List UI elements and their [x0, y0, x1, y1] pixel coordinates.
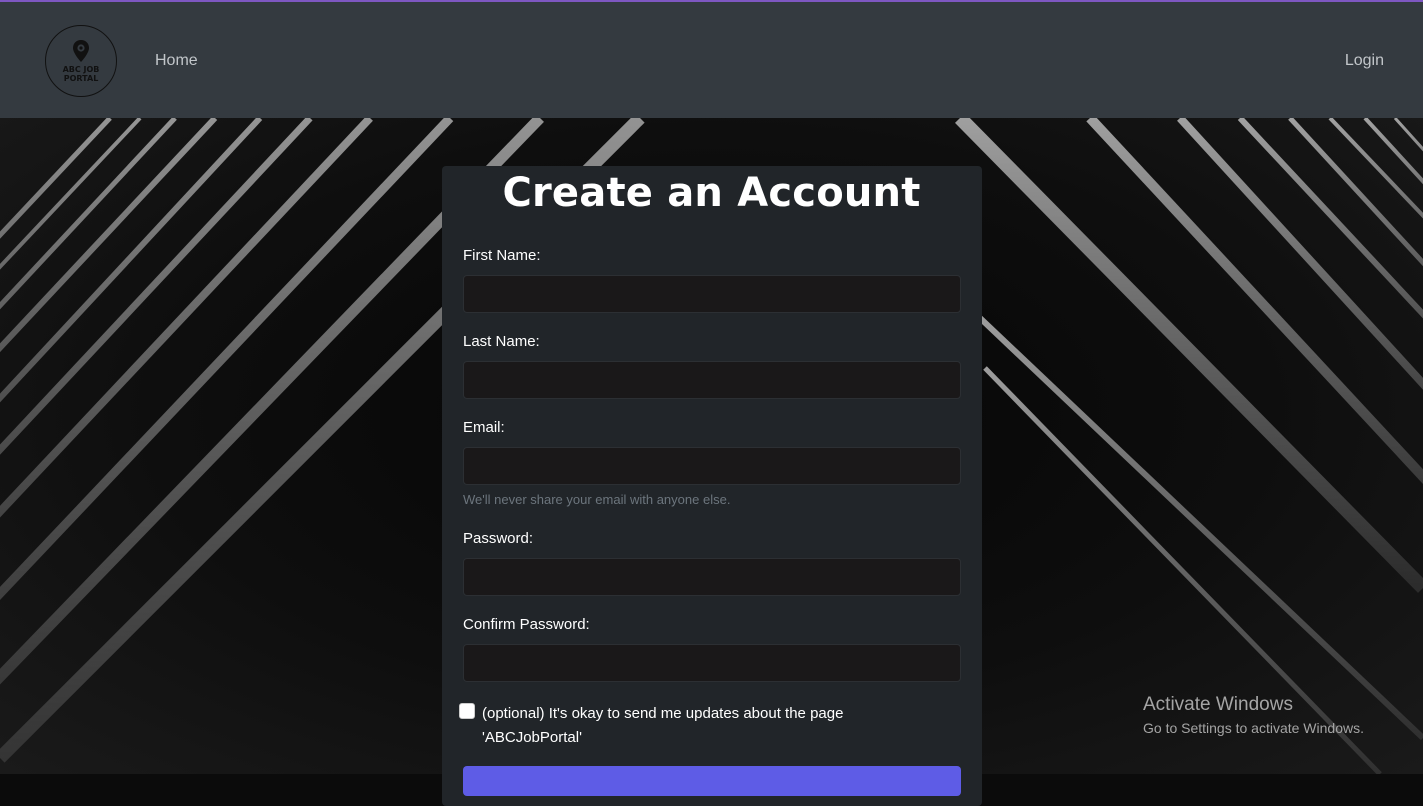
first-name-label: First Name: — [463, 247, 541, 264]
create-account-button[interactable] — [463, 766, 961, 796]
logo-text-line1: ABC JOB — [62, 65, 100, 74]
email-label: Email: — [463, 419, 505, 436]
email-input[interactable] — [463, 447, 961, 485]
updates-checkbox-label: (optional) It's okay to send me updates … — [482, 705, 844, 746]
confirm-password-label: Confirm Password: — [463, 616, 590, 633]
updates-checkbox[interactable] — [459, 703, 475, 719]
nav-home-link[interactable]: Home — [155, 52, 198, 70]
logo-text: ABC JOB PORTAL — [57, 65, 105, 83]
password-label: Password: — [463, 530, 534, 547]
site-logo[interactable]: ABC JOB PORTAL — [45, 25, 117, 97]
email-help-text: We'll never share your email with anyone… — [463, 492, 731, 507]
location-pin-icon — [73, 40, 89, 62]
first-name-input[interactable] — [463, 275, 961, 313]
page-title: Create an Account — [502, 170, 921, 216]
confirm-password-input[interactable] — [463, 644, 961, 682]
password-input[interactable] — [463, 558, 961, 596]
activate-windows-subtitle: Go to Settings to activate Windows. — [1143, 720, 1364, 736]
activate-windows-watermark: Activate Windows Go to Settings to activ… — [1143, 693, 1364, 738]
last-name-input[interactable] — [463, 361, 961, 399]
activate-windows-title: Activate Windows — [1143, 694, 1293, 715]
nav-login-link[interactable]: Login — [1345, 52, 1384, 70]
navbar: ABC JOB PORTAL Home Login — [0, 2, 1423, 118]
logo-text-line2: PORTAL — [63, 74, 99, 83]
last-name-label: Last Name: — [463, 333, 540, 350]
